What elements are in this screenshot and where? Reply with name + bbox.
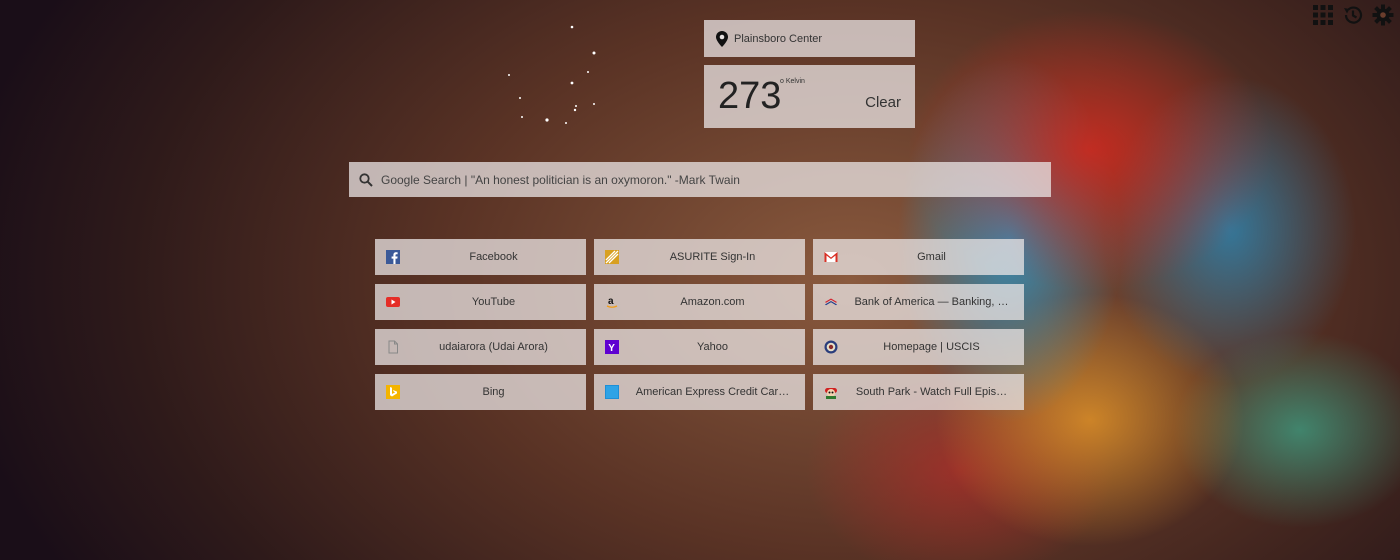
tile-label: YouTube: [471, 296, 516, 308]
tile-label: ASURITE Sign-In: [669, 251, 756, 263]
tile-uscis[interactable]: Homepage | USCIS: [813, 329, 1024, 365]
tile-label: Yahoo: [697, 341, 728, 353]
search-icon: [359, 172, 373, 187]
tile-label: Bank of America — Banking, …: [854, 296, 1009, 308]
tile-bank-of-america[interactable]: Bank of America — Banking, …: [813, 284, 1024, 320]
tile-udaiarora[interactable]: udaiarora (Udai Arora): [375, 329, 586, 365]
tile-label: Bing: [482, 386, 505, 398]
tile-label: American Express Credit Car…: [635, 386, 790, 398]
settings-gear-icon[interactable]: [1372, 4, 1394, 26]
temperature-unit: o Kelvin: [780, 78, 805, 85]
south-park-icon: [824, 385, 838, 399]
temperature-value: 273: [718, 75, 782, 117]
tile-label: udaiarora (Udai Arora): [439, 341, 548, 353]
location-pin-icon: [716, 30, 728, 47]
history-icon[interactable]: [1342, 4, 1364, 26]
tile-asurite[interactable]: ASURITE Sign-In: [594, 239, 805, 275]
yahoo-icon: Y: [605, 340, 619, 354]
location-label: Plainsboro Center: [734, 32, 823, 45]
search-input[interactable]: [379, 171, 1051, 188]
tile-facebook[interactable]: Facebook: [375, 239, 586, 275]
amazon-icon: a: [605, 295, 619, 309]
svg-text:a: a: [608, 296, 614, 307]
bing-icon: [386, 385, 400, 399]
uscis-icon: [824, 340, 838, 354]
moon-stars-icon: [500, 20, 610, 130]
amex-icon: [605, 385, 619, 399]
gmail-icon: [824, 250, 838, 264]
facebook-icon: [386, 250, 400, 264]
tile-label: Gmail: [917, 251, 946, 263]
temperature-box: 273 o Kelvin Clear: [704, 65, 915, 128]
tile-youtube[interactable]: YouTube: [375, 284, 586, 320]
bank-of-america-icon: [824, 295, 838, 309]
toolbar: [1312, 4, 1394, 26]
tile-south-park[interactable]: South Park - Watch Full Epis…: [813, 374, 1024, 410]
youtube-icon: [386, 295, 400, 309]
asurite-icon: [605, 250, 619, 264]
weather-condition: Clear: [865, 94, 901, 111]
tile-label: Amazon.com: [680, 296, 745, 308]
svg-text:Y: Y: [608, 343, 615, 354]
location-box[interactable]: Plainsboro Center: [704, 20, 915, 57]
tile-yahoo[interactable]: Y Yahoo: [594, 329, 805, 365]
tile-label: Facebook: [469, 251, 518, 263]
tile-label: South Park - Watch Full Epis…: [855, 386, 1008, 398]
apps-grid-icon[interactable]: [1312, 4, 1334, 26]
tile-bing[interactable]: Bing: [375, 374, 586, 410]
tile-label: Homepage | USCIS: [883, 341, 980, 353]
tile-amazon[interactable]: a Amazon.com: [594, 284, 805, 320]
page-icon: [386, 340, 400, 354]
tile-gmail[interactable]: Gmail: [813, 239, 1024, 275]
search-bar[interactable]: [349, 162, 1051, 197]
tile-american-express[interactable]: American Express Credit Car…: [594, 374, 805, 410]
